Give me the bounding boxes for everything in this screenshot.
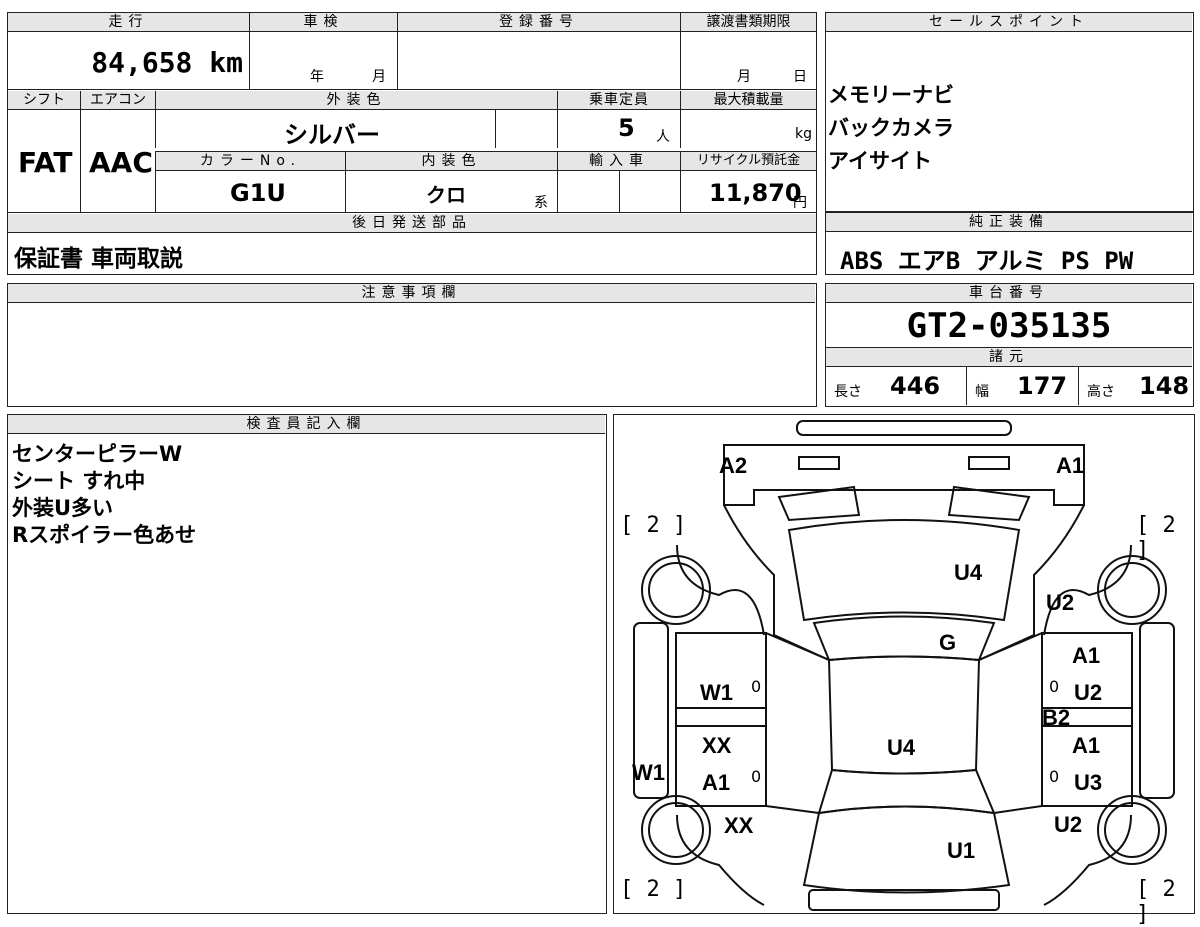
- aircon-cell: AAC: [80, 110, 155, 213]
- transfer-deadline-label: 譲渡書類期限: [680, 13, 816, 32]
- tire-mark-rear-right: [ 2 ]: [1136, 877, 1176, 927]
- recycle-fee-unit: 円: [793, 195, 807, 211]
- damage-label: U3: [1074, 770, 1103, 795]
- damage-label: A1: [1072, 643, 1101, 668]
- wheel-icons: [641, 555, 1167, 865]
- spec-width: 幅 177: [966, 367, 1078, 405]
- sales-points-label: セールスポイント: [826, 13, 1192, 32]
- shift-label: シフト: [8, 91, 80, 110]
- color-no-value: G1U: [230, 179, 286, 207]
- chassis-value: GT2-035135: [906, 306, 1112, 346]
- tire-mark-rear-left: [ 2 ]: [620, 877, 687, 902]
- interior-color-cell: クロ 系: [345, 170, 557, 213]
- shift-value: FAT: [18, 146, 73, 179]
- sales-point-item: バックカメラ: [828, 116, 954, 140]
- aircon-value: AAC: [89, 146, 153, 179]
- damage-label: U4: [887, 735, 916, 760]
- equipment-box: 純正装備 ABS エアB アルミ PS PW: [825, 212, 1194, 275]
- damage-label: U2: [1074, 680, 1103, 705]
- inspector-line: センターピラーW: [12, 442, 183, 466]
- recycle-fee-label: リサイクル預託金: [680, 151, 816, 171]
- equipment-value: ABS エアB アルミ PS PW: [840, 247, 1134, 275]
- damage-label: U4: [954, 560, 983, 585]
- registration-label: 登録番号: [397, 13, 680, 32]
- vehicle-info-grid: 走行 車検 登録番号 譲渡書類期限 84,658 km 年 月 月 日 シフト …: [7, 12, 817, 275]
- shift-cell: FAT: [8, 110, 80, 213]
- transfer-deadline-cell: 月 日: [680, 32, 816, 90]
- specs-label: 諸元: [826, 347, 1192, 367]
- damage-label: A1: [1056, 453, 1085, 478]
- capacity-label: 乗車定員: [557, 91, 680, 110]
- inspector-line: Rスポイラー色あせ: [12, 523, 197, 547]
- damage-label: U2: [1046, 590, 1075, 615]
- mileage-value: 84,658: [91, 46, 193, 79]
- notes-label: 注意事項欄: [8, 284, 815, 303]
- color-no-cell: G1U: [155, 170, 345, 213]
- damage-label: U2: [1054, 812, 1083, 837]
- door-mark: 0: [1049, 767, 1060, 786]
- inspection-month-unit: 月: [372, 69, 386, 85]
- later-parts-label: 後日発送部品: [8, 214, 816, 233]
- tire-mark-front-right: [ 2 ]: [1136, 513, 1176, 563]
- inspector-line: 外装U多い: [12, 496, 114, 520]
- max-load-label: 最大積載量: [680, 91, 816, 110]
- inspection-cell: 年 月: [249, 32, 397, 90]
- damage-label: A1: [1072, 733, 1101, 758]
- interior-color-value: クロ: [426, 183, 466, 207]
- chassis-label: 車台番号: [826, 284, 1192, 303]
- door-mark: 0: [1049, 677, 1060, 696]
- sales-point-item: アイサイト: [828, 149, 932, 173]
- chassis-box: 車台番号 GT2-035135 諸元 長さ 446 幅 177 高さ 148: [825, 283, 1194, 407]
- damage-label: G: [939, 630, 957, 655]
- damage-label: W1: [700, 680, 733, 705]
- registration-cell: [397, 32, 680, 90]
- capacity-value: 5: [618, 114, 635, 142]
- spec-length: 長さ 446: [834, 372, 941, 400]
- door-mark: 0: [751, 767, 762, 786]
- inspector-label: 検査員記入欄: [8, 415, 605, 434]
- damage-label: W1: [632, 760, 665, 785]
- exterior-color-value: シルバー: [284, 121, 380, 149]
- door-mark: 0: [751, 677, 762, 696]
- mileage-label: 走行: [8, 13, 249, 32]
- car-outline-svg: [633, 420, 1175, 911]
- damage-label: XX: [724, 813, 754, 838]
- inspection-year-unit: 年: [310, 69, 324, 85]
- mileage-cell: 84,658 km: [8, 32, 249, 90]
- capacity-cell: 5 人: [557, 110, 680, 148]
- sales-points-list: メモリーナビ バックカメラ アイサイト: [828, 79, 954, 178]
- inspector-lines: センターピラーW シート すれ中 外装U多い Rスポイラー色あせ: [12, 441, 196, 549]
- exterior-color-cell: シルバー: [155, 110, 495, 149]
- inspector-line: シート すれ中: [12, 469, 146, 493]
- interior-color-suffix: 系: [534, 195, 548, 211]
- interior-color-label: 内装色: [345, 151, 557, 171]
- damage-label: XX: [702, 733, 732, 758]
- sales-points-box: セールスポイント メモリーナビ バックカメラ アイサイト: [825, 12, 1194, 212]
- capacity-unit: 人: [656, 129, 670, 145]
- max-load-unit: kg: [795, 126, 812, 142]
- notes-box: 注意事項欄: [7, 283, 817, 407]
- mileage-unit: km: [209, 46, 243, 79]
- import-car-label: 輸入車: [557, 151, 680, 171]
- exterior-color-label: 外装色: [155, 91, 557, 110]
- recycle-fee-cell: 11,870 円: [680, 170, 816, 213]
- transfer-month-unit: 月: [737, 69, 751, 85]
- aircon-label: エアコン: [80, 91, 155, 110]
- max-load-cell: kg: [680, 110, 816, 148]
- damage-label: B2: [1042, 705, 1071, 730]
- spec-height: 高さ 148: [1078, 367, 1192, 405]
- transfer-day-unit: 日: [793, 69, 807, 85]
- sales-point-item: メモリーナビ: [828, 83, 954, 107]
- tire-mark-front-left: [ 2 ]: [620, 513, 687, 538]
- recycle-fee-value: 11,870: [709, 179, 802, 207]
- later-parts-value: 保証書 車両取説: [14, 246, 184, 272]
- inspection-label: 車検: [249, 13, 397, 32]
- color-no-label: カラーNo.: [155, 151, 345, 171]
- inspector-box: 検査員記入欄 センターピラーW シート すれ中 外装U多い Rスポイラー色あせ: [7, 414, 607, 914]
- equipment-label: 純正装備: [826, 213, 1192, 232]
- damage-label: A1: [702, 770, 731, 795]
- car-damage-diagram: [ 2 ] [ 2 ] [ 2 ] [ 2 ] A2 A1 U4 U2 G A1…: [613, 414, 1195, 927]
- damage-label: A2: [719, 453, 748, 478]
- damage-label: U1: [947, 838, 976, 863]
